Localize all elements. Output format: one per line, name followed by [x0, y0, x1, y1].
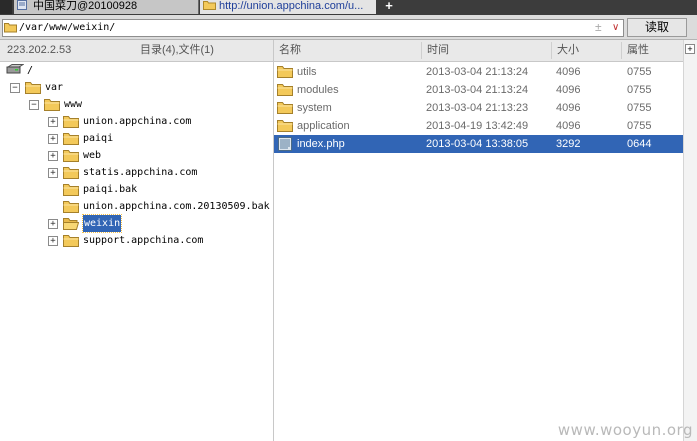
column-time[interactable]: 时间 — [427, 40, 449, 61]
tree-node-label[interactable]: paiqi — [83, 130, 113, 147]
tree-node[interactable]: − www — [0, 96, 273, 113]
file-list: utils 2013-03-04 21:13:24 4096 0755 modules 2… — [274, 62, 697, 441]
tree-node-label[interactable]: www — [64, 96, 82, 113]
tree-node[interactable]: union.appchina.com.20130509.bak — [0, 198, 273, 215]
folder-icon — [203, 0, 216, 10]
address-bar: /var/www/weixin/ ± ∨ 读取 — [0, 15, 697, 40]
column-header: 223.202.2.53 目录(4),文件(1) 名称 时间 大小 属性 — [0, 40, 697, 62]
tree-node[interactable]: + web — [0, 147, 273, 164]
file-row[interactable]: utils 2013-03-04 21:13:24 4096 0755 — [274, 63, 683, 81]
file-size: 4096 — [556, 102, 581, 114]
bookmark-toggle-icon[interactable]: ± — [595, 20, 602, 35]
column-size[interactable]: 大小 — [557, 40, 579, 61]
tree-node-label[interactable]: union.appchina.com.20130509.bak — [83, 198, 270, 215]
file-attr: 0755 — [627, 120, 652, 132]
page-icon — [17, 0, 30, 10]
tree-node[interactable]: + weixin — [0, 214, 273, 233]
folder-icon — [4, 22, 17, 36]
file-time: 2013-04-19 13:42:49 — [426, 120, 529, 132]
expand-icon[interactable]: + — [48, 236, 58, 246]
file-name: modules — [297, 84, 339, 96]
file-attr: 0644 — [627, 138, 652, 150]
expand-icon[interactable]: + — [48, 117, 58, 127]
tree-node-label[interactable]: weixin — [81, 214, 123, 233]
column-divider[interactable] — [551, 42, 552, 59]
file-time: 2013-03-04 21:13:23 — [426, 102, 529, 114]
php-file-icon — [277, 137, 293, 157]
file-name: system — [297, 102, 332, 114]
file-attr: 0755 — [627, 84, 652, 96]
expand-icon[interactable]: + — [48, 219, 58, 229]
file-name: application — [297, 120, 350, 132]
expand-toggle[interactable]: + — [685, 44, 695, 54]
file-size: 4096 — [556, 66, 581, 78]
tree-node[interactable]: / — [0, 62, 273, 79]
tree-node-label[interactable]: paiqi.bak — [83, 181, 137, 198]
tab-label: http://union.appchina.com/u... — [219, 0, 364, 12]
tree-node-label[interactable]: support.appchina.com — [83, 232, 203, 249]
tree-node-label[interactable]: web — [83, 147, 101, 164]
tree-node-label[interactable]: union.appchina.com — [83, 113, 191, 130]
column-name[interactable]: 名称 — [279, 40, 301, 61]
path-input[interactable]: /var/www/weixin/ ± ∨ — [2, 19, 624, 37]
file-row[interactable]: system 2013-03-04 21:13:23 4096 0755 — [274, 99, 683, 117]
tree-node[interactable]: + union.appchina.com — [0, 113, 273, 130]
column-attr[interactable]: 属性 — [627, 40, 649, 61]
collapse-icon[interactable]: − — [10, 83, 20, 93]
tree-node[interactable]: + statis.appchina.com — [0, 164, 273, 181]
folder-icon — [63, 234, 79, 253]
file-row[interactable]: application 2013-04-19 13:42:49 4096 0755 — [274, 117, 683, 135]
tab-shell-manager[interactable]: 中国菜刀@20100928 — [14, 0, 199, 14]
file-row[interactable]: index.php 2013-03-04 13:38:05 3292 0644 — [274, 135, 683, 153]
dir-summary: 目录(4),文件(1) — [140, 44, 214, 56]
chevron-down-icon[interactable]: ∨ — [612, 20, 619, 35]
server-ip: 223.202.2.53 — [7, 44, 72, 56]
file-size: 3292 — [556, 138, 581, 150]
tab-label: 中国菜刀@20100928 — [33, 0, 138, 12]
tree-node[interactable]: + paiqi — [0, 130, 273, 147]
right-panel-edge — [683, 40, 697, 441]
file-attr: 0755 — [627, 102, 652, 114]
tree-node-label[interactable]: statis.appchina.com — [83, 164, 197, 181]
tree-node-label[interactable]: / — [27, 62, 33, 79]
tab-remote-site[interactable]: http://union.appchina.com/u... — [200, 0, 376, 14]
file-name: utils — [297, 66, 317, 78]
directory-tree: / − var − www + union.appchina.com + paiqi + web + s… — [0, 62, 273, 441]
file-attr: 0755 — [627, 66, 652, 78]
collapse-icon[interactable]: − — [29, 100, 39, 110]
expand-icon[interactable]: + — [48, 168, 58, 178]
expand-icon[interactable]: + — [48, 151, 58, 161]
file-time: 2013-03-04 21:13:24 — [426, 66, 529, 78]
tree-node[interactable]: + support.appchina.com — [0, 232, 273, 249]
tree-node-label[interactable]: var — [45, 79, 63, 96]
file-size: 4096 — [556, 84, 581, 96]
tab-bar: 中国菜刀@20100928 http://union.appchina.com/… — [0, 0, 697, 15]
column-divider[interactable] — [621, 42, 622, 59]
tab-overflow[interactable] — [0, 0, 12, 14]
tree-node[interactable]: − var — [0, 79, 273, 96]
file-row[interactable]: modules 2013-03-04 21:13:24 4096 0755 — [274, 81, 683, 99]
column-divider[interactable] — [421, 42, 422, 59]
file-time: 2013-03-04 13:38:05 — [426, 138, 529, 150]
file-name: index.php — [297, 138, 345, 150]
read-button[interactable]: 读取 — [627, 18, 687, 37]
new-tab-button[interactable]: + — [381, 0, 397, 14]
path-text: /var/www/weixin/ — [19, 22, 116, 33]
file-time: 2013-03-04 21:13:24 — [426, 84, 529, 96]
file-size: 4096 — [556, 120, 581, 132]
expand-icon[interactable]: + — [48, 134, 58, 144]
watermark: www.wooyun.org — [557, 421, 693, 439]
tree-node[interactable]: paiqi.bak — [0, 181, 273, 198]
